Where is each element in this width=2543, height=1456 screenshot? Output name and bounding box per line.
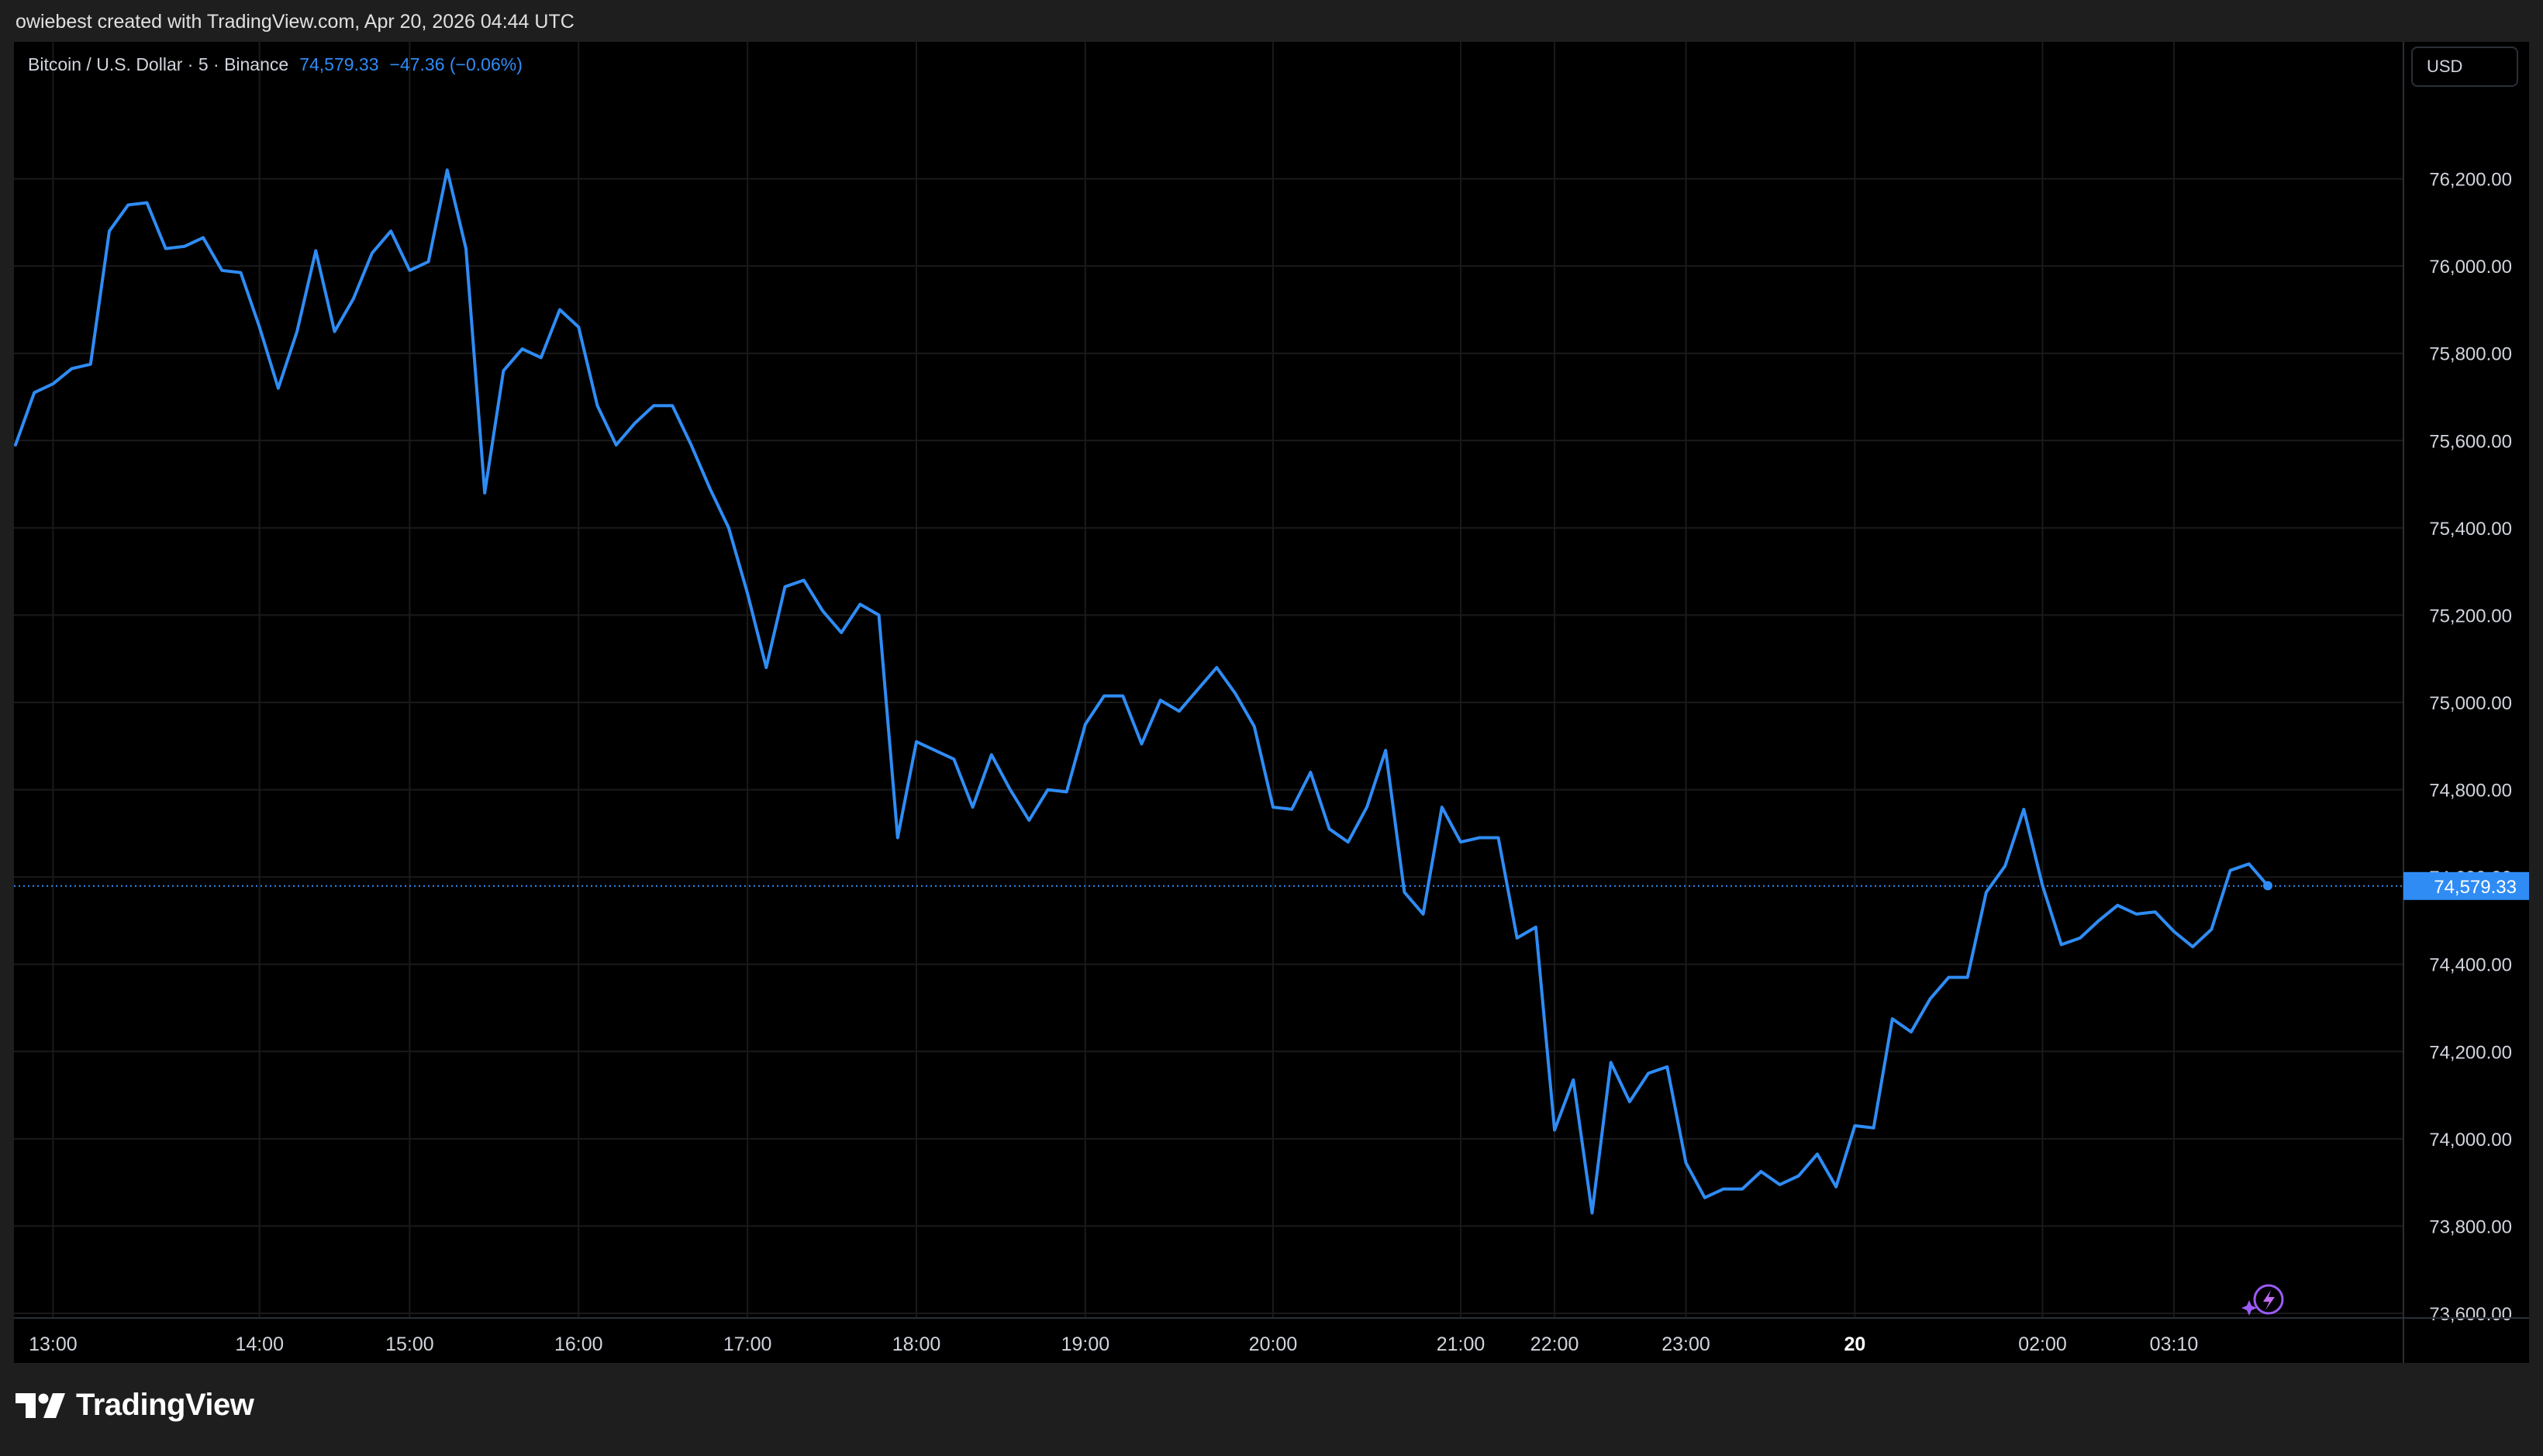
y-tick-label: 74,200.00 bbox=[2429, 1042, 2512, 1063]
y-tick-label: 74,400.00 bbox=[2429, 955, 2512, 976]
lightning-icon[interactable] bbox=[2241, 1284, 2284, 1316]
x-tick-label: 03:10 bbox=[2150, 1334, 2199, 1355]
last-price-dot bbox=[2263, 881, 2272, 891]
y-tick-label: 75,600.00 bbox=[2429, 431, 2512, 452]
x-tick-label: 15:00 bbox=[385, 1334, 434, 1355]
y-tick-label: 76,200.00 bbox=[2429, 170, 2512, 191]
x-tick-label: 20 bbox=[1844, 1334, 1866, 1355]
x-tick-label: 13:00 bbox=[29, 1334, 78, 1355]
y-tick-label: 75,200.00 bbox=[2429, 606, 2512, 626]
y-tick-label: 74,000.00 bbox=[2429, 1130, 2512, 1151]
x-tick-label: 18:00 bbox=[892, 1334, 941, 1355]
x-tick-label: 20:00 bbox=[1249, 1334, 1298, 1355]
x-tick-label: 14:00 bbox=[235, 1334, 284, 1355]
price-series-line[interactable] bbox=[14, 168, 2269, 1215]
y-tick-label: 76,000.00 bbox=[2429, 257, 2512, 278]
brand-name: TradingView bbox=[76, 1388, 254, 1422]
y-tick-label: 74,800.00 bbox=[2429, 781, 2512, 802]
legend-change: −47.36 (−0.06%) bbox=[389, 54, 523, 74]
last-price-label: 74,579.33 bbox=[2434, 877, 2517, 898]
x-tick-label: 17:00 bbox=[723, 1334, 772, 1355]
tradingview-logo[interactable]: TradingView bbox=[16, 1388, 254, 1423]
grid bbox=[14, 42, 2403, 1318]
y-tick-label: 73,800.00 bbox=[2429, 1216, 2512, 1237]
tradingview-logo-icon bbox=[16, 1392, 65, 1418]
currency-button[interactable]: USD bbox=[2411, 47, 2518, 87]
x-tick-label: 19:00 bbox=[1061, 1334, 1110, 1355]
y-tick-label: 73,600.00 bbox=[2429, 1304, 2512, 1325]
y-tick-label: 75,800.00 bbox=[2429, 344, 2512, 365]
x-tick-label: 22:00 bbox=[1530, 1334, 1579, 1355]
x-tick-label: 21:00 bbox=[1437, 1334, 1485, 1355]
chart-legend: Bitcoin / U.S. Dollar · 5 · Binance 74,5… bbox=[28, 54, 523, 75]
y-tick-label: 75,000.00 bbox=[2429, 693, 2512, 714]
legend-symbol[interactable]: Bitcoin / U.S. Dollar · 5 · Binance bbox=[28, 54, 288, 75]
x-tick-label: 02:00 bbox=[2018, 1334, 2067, 1355]
y-tick-label: 75,400.00 bbox=[2429, 519, 2512, 540]
x-tick-label: 23:00 bbox=[1661, 1334, 1710, 1355]
price-chart[interactable]: 76,200.00 76,000.00 75,800.00 75,600.00 75,4… bbox=[0, 0, 2543, 1456]
x-tick-label: 16:00 bbox=[554, 1334, 603, 1355]
footer bbox=[0, 1363, 2543, 1456]
legend-price: 74,579.33 bbox=[299, 54, 379, 74]
